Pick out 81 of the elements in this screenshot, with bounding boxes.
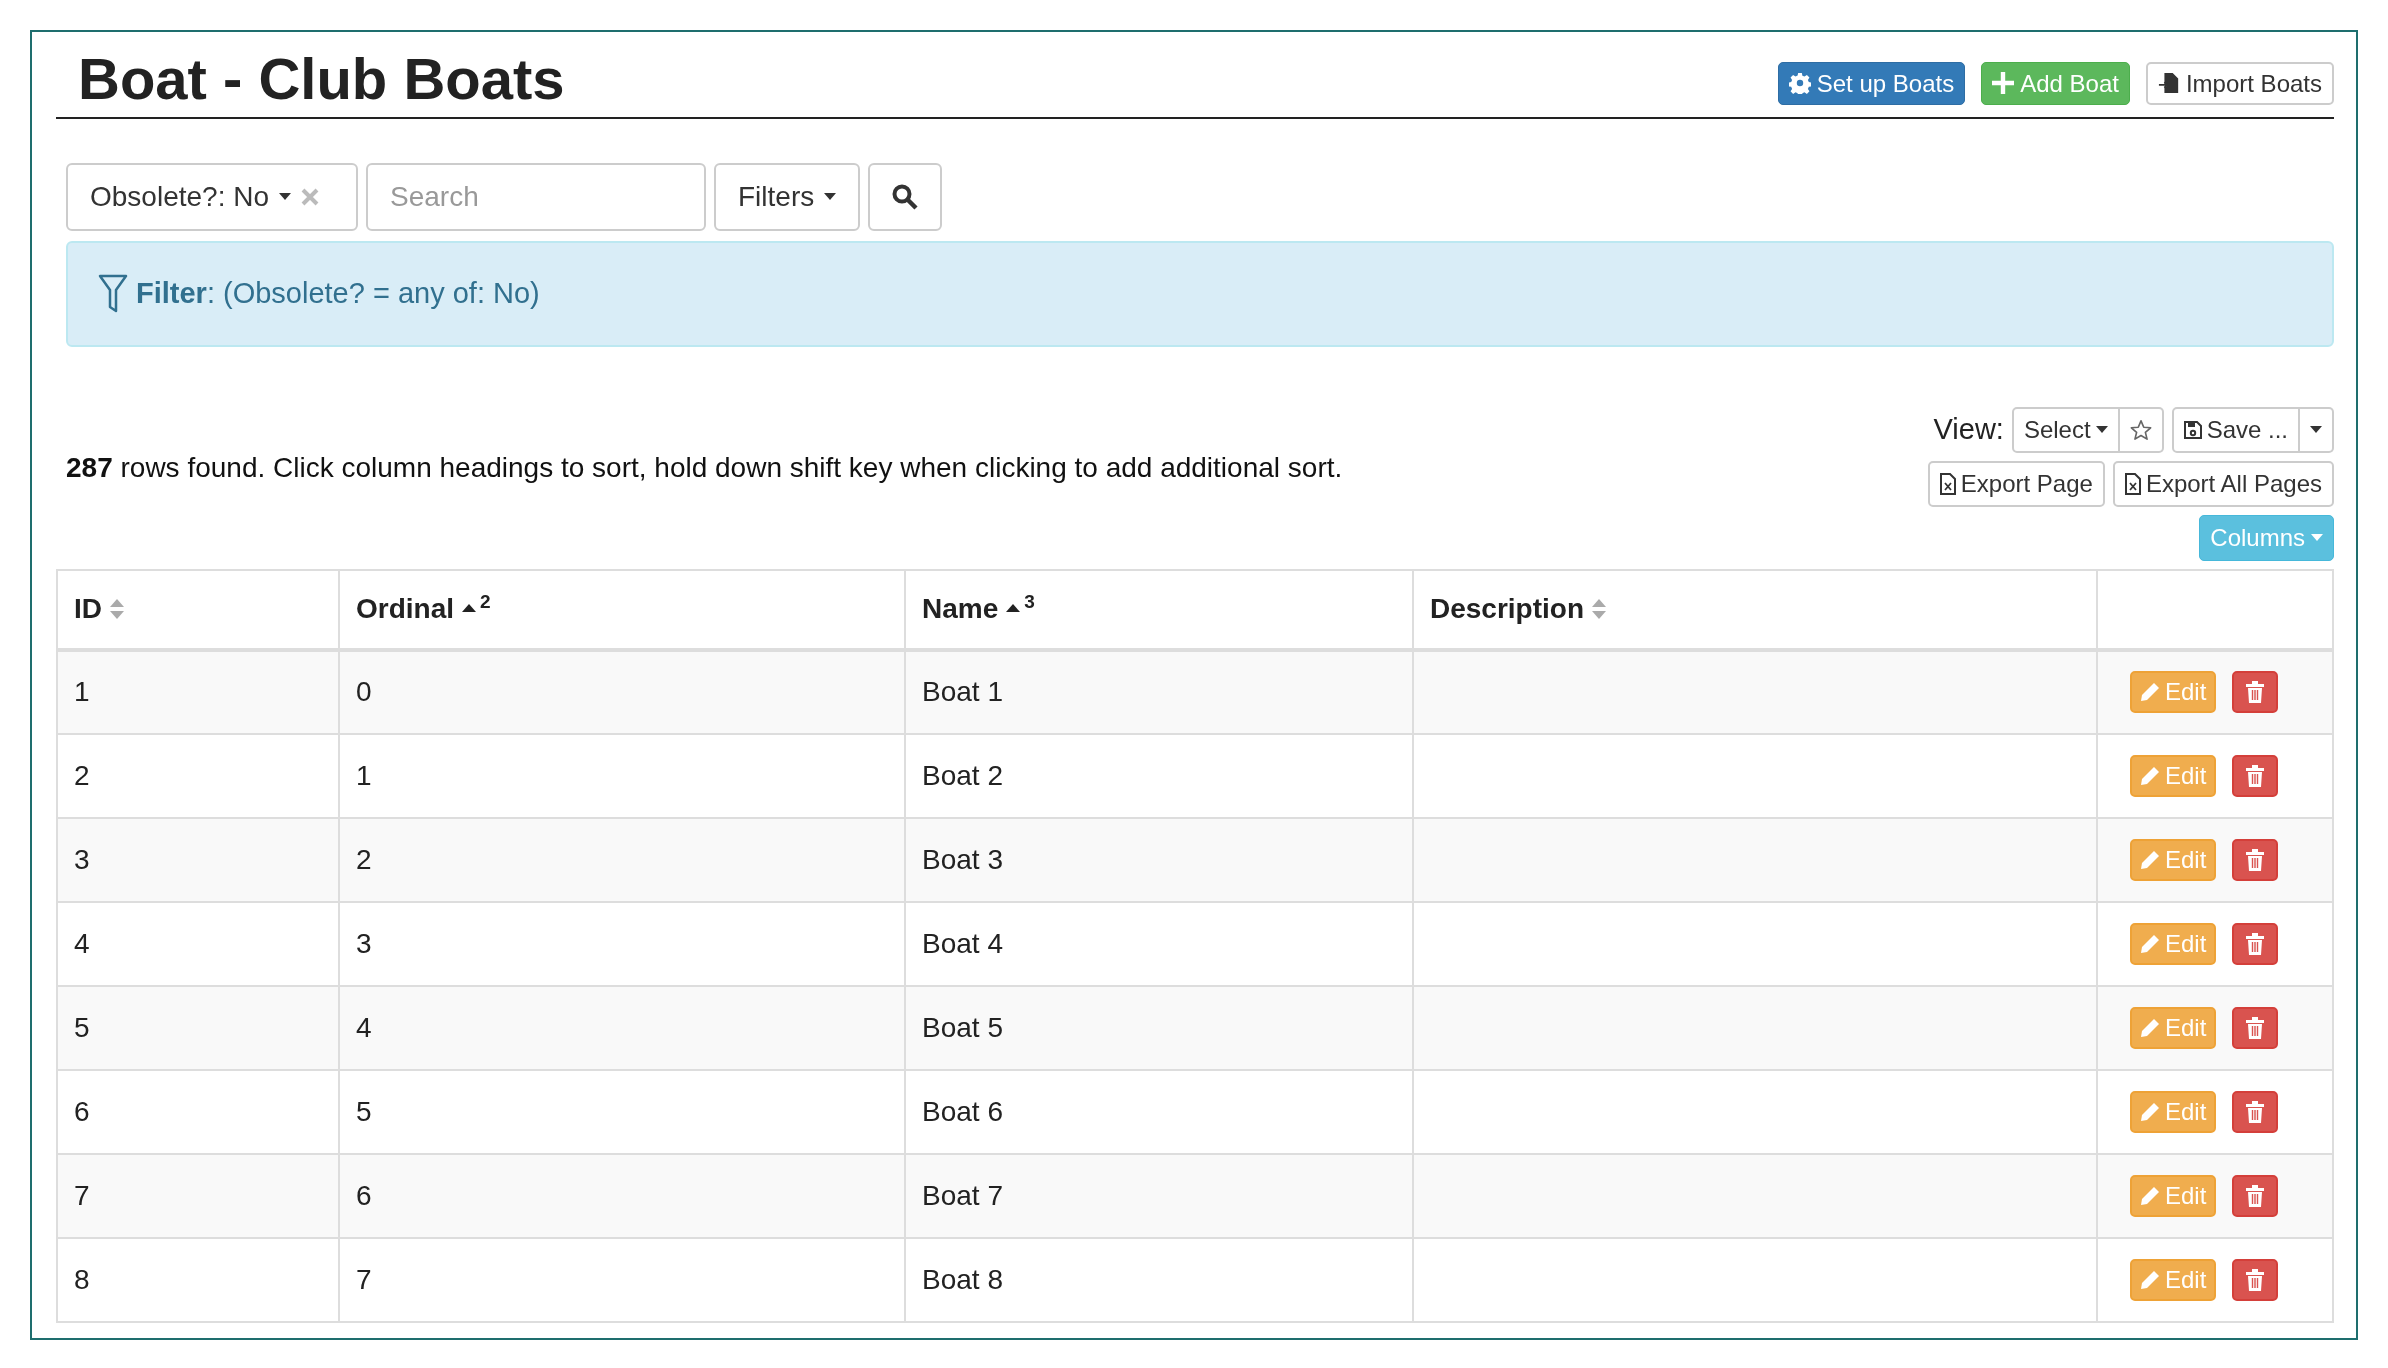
save-view-button[interactable]: Save ... [2171,406,2300,453]
spreadsheet-file-icon [2124,472,2141,495]
table-cell: Boat 1 [905,649,1413,734]
table-cell: 1 [57,649,339,734]
pencil-icon [2140,682,2160,703]
table-cell: 5 [57,985,339,1070]
favorite-button[interactable] [2119,406,2164,453]
trash-icon [2245,1100,2266,1123]
search-button[interactable] [868,162,943,231]
table-cell: 3 [339,901,905,986]
delete-button[interactable] [2232,922,2279,965]
caret-icon [2095,425,2108,434]
delete-button[interactable] [2232,754,2279,797]
table-cell: 1 [339,733,905,818]
delete-button[interactable] [2232,1090,2279,1133]
table-cell: Boat 3 [905,817,1413,902]
table-cell: 7 [57,1153,339,1238]
table-cell: 2 [57,733,339,818]
trash-icon [2245,848,2266,871]
table-cell: 6 [339,1153,905,1238]
sort-order: 3 [1024,591,1035,612]
file-import-icon [2157,72,2180,95]
filter-description: Filter: (Obsolete? = any of: No) [136,275,540,311]
table-cell: Boat 7 [905,1153,1413,1238]
table-cell: Boat 5 [905,985,1413,1070]
table-cell: 7 [339,1237,905,1322]
caret-icon [2311,533,2323,542]
export-all-pages-button[interactable]: Export All Pages [2112,460,2334,507]
caret-icon [279,192,291,201]
caret-icon [824,192,837,201]
table-cell: 4 [57,901,339,986]
trash-icon [2245,1184,2266,1207]
table-cell: 3 [57,817,339,902]
search-field[interactable]: Search [366,162,706,231]
table-cell: 5 [339,1069,905,1154]
export-page-button[interactable]: Export Page [1927,460,2105,507]
caret-icon [2310,425,2322,434]
search-icon [892,183,919,210]
table-cell: 0 [339,649,905,734]
trash-icon [2245,681,2266,704]
table-cell: Boat 2 [905,733,1413,818]
filter-chip-label[interactable]: Obsolete?: No [90,175,269,218]
plus-icon [1992,72,2015,95]
table-cell: 6 [57,1069,339,1154]
pencil-icon [2140,1017,2160,1038]
trash-icon [2245,1016,2266,1039]
delete-button[interactable] [2232,1006,2279,1049]
trash-icon [2245,1268,2266,1291]
table-cell: Boat 8 [905,1237,1413,1322]
view-select[interactable]: Select [2011,406,2120,453]
view-label: View: [1933,411,2004,447]
table-cell: 8 [57,1237,339,1322]
page-title: Boat - Club Boats [77,45,565,113]
filters-button[interactable]: Filters [714,162,861,231]
close-icon [301,187,319,206]
table-cell: Boat 6 [905,1069,1413,1154]
filter-chip[interactable]: Obsolete?: No [66,162,358,231]
table-cell: 4 [339,985,905,1070]
import-button[interactable]: Import Boats [2145,61,2334,105]
setup-button[interactable]: Set up Boats [1777,61,1966,105]
pencil-icon [2140,765,2160,786]
delete-button[interactable] [2232,671,2279,714]
table-cell: Boat 4 [905,901,1413,986]
trash-icon [2245,764,2266,787]
funnel-icon [98,273,128,314]
pencil-icon [2140,933,2160,954]
gear-icon [1788,72,1811,95]
sort-order: 2 [480,591,491,612]
delete-button[interactable] [2232,1174,2279,1217]
save-options-dropdown[interactable] [2300,406,2334,453]
pencil-icon [2140,1185,2160,1206]
pencil-icon [2140,849,2160,870]
pencil-icon [2140,1269,2160,1290]
trash-icon [2245,932,2266,955]
pencil-icon [2140,1101,2160,1122]
star-icon [2129,418,2152,441]
table-cell: 2 [339,817,905,902]
delete-button[interactable] [2232,838,2279,881]
row-count-text: 287 rows found. Click column headings to sort, hold down shift key when clicking to add additional sort. [66,450,1343,485]
spreadsheet-file-icon [1939,472,1956,495]
delete-button[interactable] [2232,1258,2279,1301]
